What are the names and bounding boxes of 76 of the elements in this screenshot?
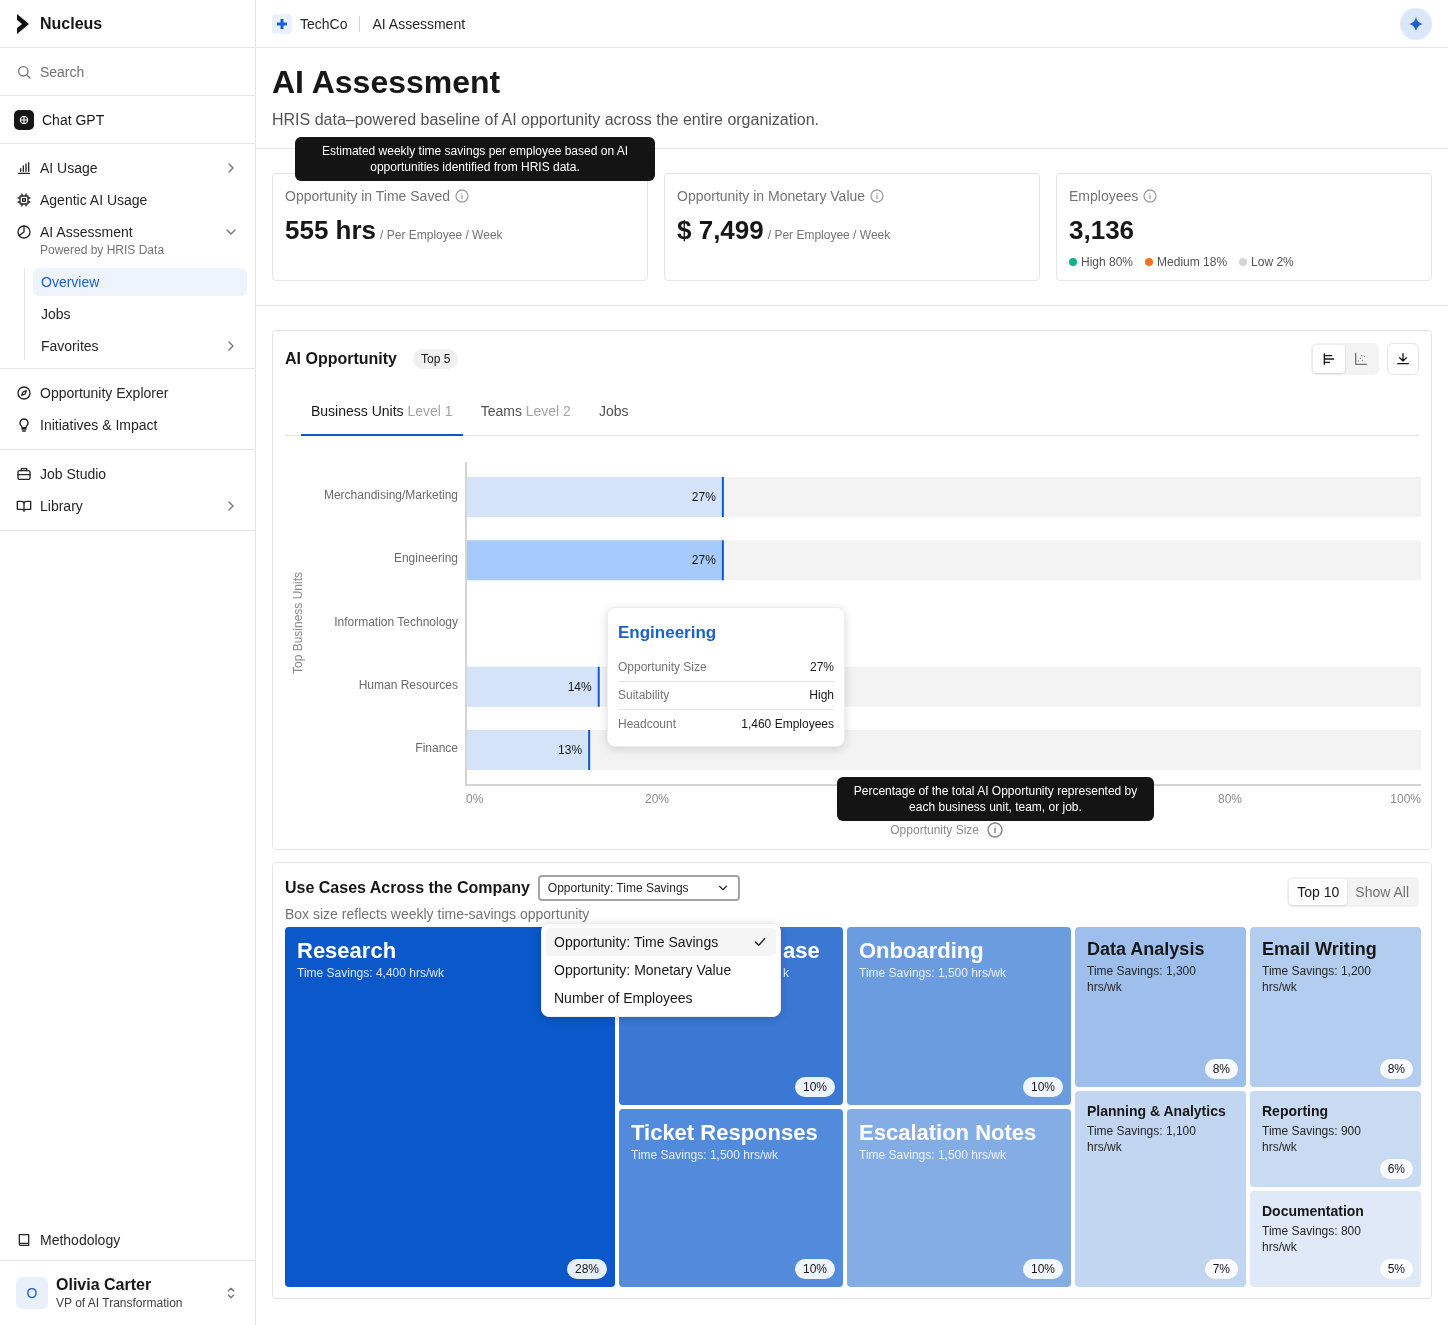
tile-title: Research	[297, 937, 397, 965]
count-badge: Top 5	[413, 349, 459, 369]
tile-title: Documentation	[1262, 1202, 1364, 1221]
legend-label: Low 2%	[1251, 254, 1294, 270]
metric-unit: / Per Employee / Week	[767, 227, 891, 243]
share-badge: 5%	[1379, 1259, 1413, 1279]
tile-detail: k	[783, 965, 789, 981]
item-subtitle: Powered by HRIS Data	[40, 242, 166, 258]
page-title: AI Assessment	[272, 64, 502, 100]
category-label: Finance	[415, 741, 458, 755]
tile-title: Ticket Responses	[631, 1119, 818, 1147]
popover-value: 27%	[809, 659, 834, 675]
value-label: 13%	[558, 743, 583, 757]
share-badge: 8%	[1379, 1059, 1413, 1079]
share-badge: 6%	[1379, 1159, 1413, 1179]
tile-detail: Time Savings: 800 hrs/wk	[1262, 1223, 1362, 1255]
popover-label: Suitability	[618, 687, 670, 703]
section-subtitle: Box size reflects weekly time-savings opportunity	[285, 905, 591, 924]
tile-detail: Time Savings: 1,500 hrs/wk	[631, 1147, 778, 1163]
avatar: O	[16, 1277, 48, 1309]
share-badge: 10%	[794, 1259, 835, 1279]
user-role: VP of AI Transformation	[56, 1295, 184, 1311]
value-label: 27%	[691, 490, 716, 504]
tick-label: 0%	[466, 792, 484, 806]
share-badge: 8%	[1204, 1059, 1238, 1079]
tile-title: Planning & Analytics	[1087, 1102, 1226, 1121]
category-label: Merchandising/Marketing	[323, 488, 458, 502]
axis-title: Opportunity Size	[890, 823, 979, 837]
popover-value: 1,460 Employees	[741, 715, 834, 732]
metric-label: Opportunity in Monetary Value	[677, 187, 866, 206]
tile-title: Reporting	[1262, 1102, 1329, 1121]
user-name: Olivia Carter	[56, 1275, 153, 1295]
brand-name: Nucleus	[40, 13, 103, 34]
tick-label: 20%	[645, 792, 669, 806]
tooltip: Percentage of the total AI Opportunity represented by each business unit, team, or job.	[837, 777, 1154, 821]
tile-title: Data Analysis	[1087, 938, 1205, 961]
share-badge: 28%	[566, 1259, 607, 1279]
tile-title: Onboarding	[859, 937, 984, 965]
tile-title: Email Writing	[1262, 938, 1377, 961]
section-title: Use Cases Across the Company	[285, 878, 530, 898]
category-label: Human Resources	[358, 677, 458, 692]
metric-label: Opportunity in Time Saved	[285, 187, 450, 206]
tick-label: 80%	[1218, 792, 1242, 806]
popover-value: High	[809, 687, 834, 703]
axis-title: Top Business Units	[291, 572, 305, 674]
metric-value: 555 hrs	[285, 214, 377, 246]
share-badge: 7%	[1204, 1259, 1238, 1279]
value-label: 27%	[691, 553, 716, 568]
category-label: Information Technology	[334, 614, 458, 629]
share-badge: 10%	[1022, 1077, 1063, 1097]
popover-title: Engineering	[618, 622, 718, 644]
page-subtitle: HRIS data–powered baseline of AI opportunity across the entire organization.	[272, 110, 820, 130]
tile-title: ase	[783, 937, 820, 965]
tile-detail: Time Savings: 4,400 hrs/wk	[297, 965, 444, 981]
tile-detail: Time Savings: 1,500 hrs/wk	[859, 965, 1006, 981]
share-badge: 10%	[1022, 1259, 1063, 1279]
metric-label: Employees	[1069, 187, 1139, 206]
category-label: Engineering	[393, 551, 458, 566]
tile-title: Escalation Notes	[859, 1119, 1037, 1147]
metric-value: 3,136	[1069, 214, 1135, 246]
tile-detail: Time Savings: 1,300 hrs/wk	[1087, 963, 1197, 995]
tooltip: Estimated weekly time savings per employee based on AI opportunities identified from HRIS data.	[295, 137, 655, 181]
popover-label: Headcount	[618, 715, 677, 732]
tile-detail: Time Savings: 1,100 hrs/wk	[1087, 1123, 1197, 1155]
value-label: 14%	[567, 679, 592, 694]
tile-detail: Time Savings: 1,200 hrs/wk	[1262, 963, 1372, 995]
share-badge: 10%	[794, 1077, 835, 1097]
popover-label: Opportunity Size	[618, 659, 707, 675]
legend-label: High 80%	[1081, 254, 1134, 270]
metric-unit: / Per Employee / Week	[380, 227, 503, 243]
tile-detail: Time Savings: 900 hrs/wk	[1262, 1123, 1362, 1155]
metric-value: $ 7,499	[677, 214, 764, 246]
tick-label: 100%	[1390, 792, 1421, 806]
section-title: AI Opportunity	[285, 349, 397, 369]
legend-label: Medium 18%	[1157, 254, 1228, 270]
tile-detail: Time Savings: 1,500 hrs/wk	[859, 1147, 1006, 1163]
